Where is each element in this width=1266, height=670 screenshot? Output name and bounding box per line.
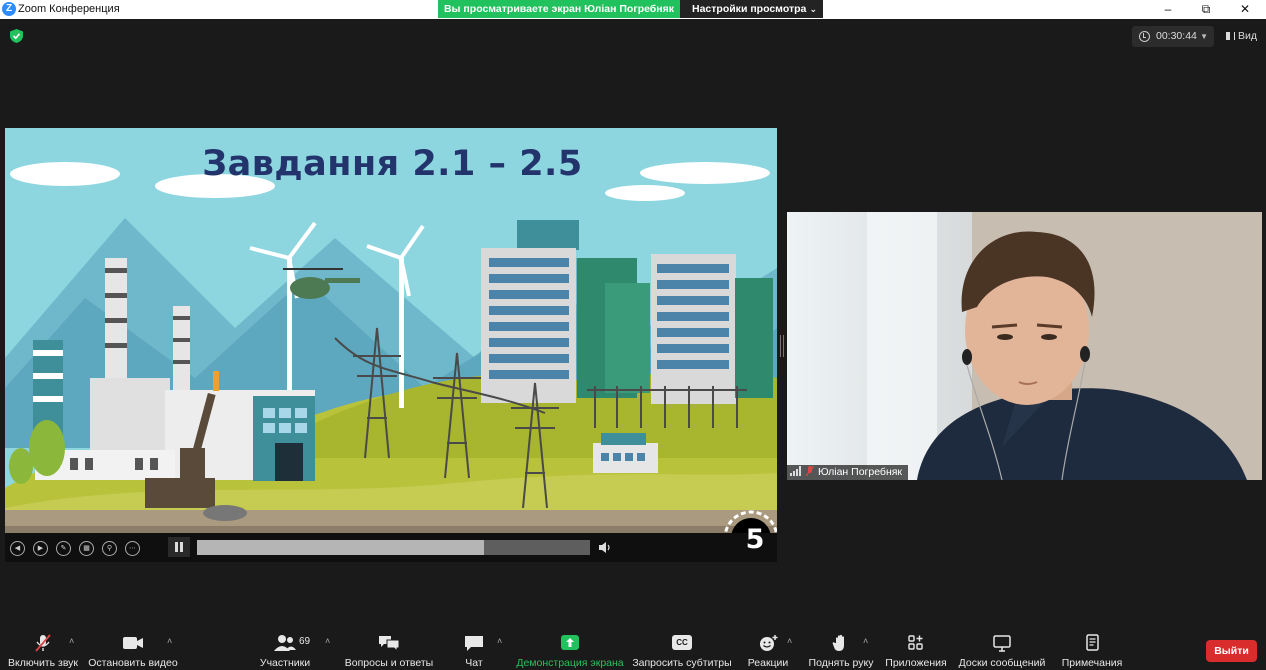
reactions-options-chevron-icon[interactable]: ˄: [787, 636, 792, 646]
chevron-down-icon: ⌄: [809, 4, 817, 14]
speaker-view-icon: [1226, 32, 1235, 40]
zoom-window: Z Zoom Конференция Вы просматриваете экр…: [0, 0, 1266, 670]
stop-video-label: Остановить видео: [88, 657, 178, 669]
clock-icon: [1139, 31, 1150, 42]
slide-illustration: [5, 128, 777, 533]
presentation-slide: Завдання 2.1 – 2.5: [5, 128, 777, 533]
unmute-button[interactable]: Включить звук: [5, 628, 81, 670]
participants-label: Участники: [259, 657, 311, 669]
participants-button[interactable]: Участники: [254, 628, 316, 670]
stop-video-button[interactable]: Остановить видео: [88, 628, 178, 670]
video-camera-icon: [123, 637, 143, 649]
screen-share-banner: Вы просматриваете экран Юліан Погребняк: [438, 0, 680, 18]
apps-label: Приложения: [885, 657, 947, 669]
previous-slide-icon[interactable]: ◀: [10, 541, 25, 556]
media-progress-bar[interactable]: [197, 540, 590, 555]
share-screen-button[interactable]: Демонстрация экрана: [514, 628, 626, 670]
volume-icon[interactable]: [597, 540, 613, 555]
chat-options-chevron-icon[interactable]: ˄: [497, 636, 502, 646]
muted-mic-icon: [806, 466, 814, 476]
more-options-icon[interactable]: ⋯: [125, 541, 140, 556]
participants-icon: [274, 635, 296, 651]
apps-button[interactable]: Приложения: [882, 628, 950, 670]
resize-handle[interactable]: [780, 335, 784, 357]
participant-name-label: Юліан Погребняк: [787, 465, 909, 480]
qa-button[interactable]: Вопросы и ответы: [343, 628, 435, 670]
smiley-plus-icon: [760, 635, 778, 651]
view-button[interactable]: Вид: [1222, 26, 1262, 47]
slides-grid-icon[interactable]: ▦: [79, 541, 94, 556]
participant-video: [787, 212, 1262, 480]
restore-button[interactable]: ⧉: [1191, 0, 1221, 18]
view-settings-label: Настройки просмотра: [692, 3, 807, 15]
reactions-button[interactable]: Реакции: [744, 628, 792, 670]
notes-icon: [1086, 634, 1099, 651]
security-shield-icon[interactable]: [10, 29, 23, 43]
leave-meeting-button[interactable]: Выйти: [1206, 640, 1257, 662]
title-bar: Z Zoom Конференция Вы просматриваете экр…: [0, 0, 1266, 19]
reactions-label: Реакции: [747, 657, 789, 669]
raise-hand-label: Поднять руку: [808, 657, 874, 669]
view-label: Вид: [1238, 30, 1257, 42]
signal-strength-icon: [790, 466, 804, 476]
slide-title: Завдання 2.1 – 2.5: [202, 144, 583, 184]
request-captions-button[interactable]: CC Запросить субтитры: [632, 628, 732, 670]
request-captions-label: Запросить субтитры: [632, 657, 732, 669]
view-settings-button[interactable]: Настройки просмотра ⌄: [680, 0, 823, 18]
window-title: Zoom Конференция: [18, 3, 120, 15]
zoom-icon[interactable]: ⚲: [102, 541, 117, 556]
pause-button[interactable]: [168, 537, 190, 557]
muted-mic-icon: [35, 634, 51, 652]
presentation-controls: ◀ ▶ ✎ ▦ ⚲ ⋯: [5, 533, 777, 562]
minimize-button[interactable]: –: [1153, 0, 1183, 18]
zoom-logo-icon: Z: [2, 2, 16, 16]
qa-label: Вопросы и ответы: [344, 657, 434, 669]
whiteboards-button[interactable]: Доски сообщений: [955, 628, 1049, 670]
whiteboards-label: Доски сообщений: [958, 657, 1046, 669]
next-slide-icon[interactable]: ▶: [33, 541, 48, 556]
chat-label: Чат: [465, 657, 483, 669]
participants-count: 69: [299, 636, 311, 647]
hand-options-chevron-icon[interactable]: ˄: [863, 636, 868, 646]
apps-icon: [908, 635, 923, 650]
notes-label: Примечания: [1061, 657, 1123, 669]
meeting-timer[interactable]: 00:30:44 ▼: [1132, 26, 1214, 47]
timer-text: 00:30:44: [1156, 30, 1197, 42]
chevron-down-icon: ▼: [1200, 32, 1208, 41]
progress-fill: [197, 540, 484, 555]
pen-icon[interactable]: ✎: [56, 541, 71, 556]
chat-button[interactable]: Чат: [455, 628, 493, 670]
share-screen-icon: [561, 635, 579, 650]
close-button[interactable]: ✕: [1230, 0, 1260, 18]
notes-button[interactable]: Примечания: [1058, 628, 1126, 670]
closed-captions-icon: CC: [672, 635, 692, 650]
meeting-toolbar: Включить звук ˄ Остановить видео ˄ Участ…: [0, 628, 1266, 670]
audio-options-chevron-icon[interactable]: ˄: [69, 636, 74, 646]
unmute-label: Включить звук: [7, 657, 79, 669]
participant-name: Юліан Погребняк: [818, 466, 903, 478]
share-screen-label: Демонстрация экрана: [516, 657, 624, 669]
slide-counter-number: 5: [745, 524, 765, 555]
participants-options-chevron-icon[interactable]: ˄: [325, 636, 330, 646]
shared-screen[interactable]: Завдання 2.1 – 2.5 ◀ ▶ ✎ ▦ ⚲ ⋯: [5, 128, 777, 562]
participant-video-tile[interactable]: [787, 212, 1262, 480]
raised-hand-icon: [832, 634, 844, 651]
whiteboard-icon: [993, 635, 1011, 652]
raise-hand-button[interactable]: Поднять руку: [805, 628, 877, 670]
qa-bubbles-icon: [379, 636, 400, 652]
chat-bubble-icon: [465, 636, 483, 651]
video-options-chevron-icon[interactable]: ˄: [167, 636, 172, 646]
